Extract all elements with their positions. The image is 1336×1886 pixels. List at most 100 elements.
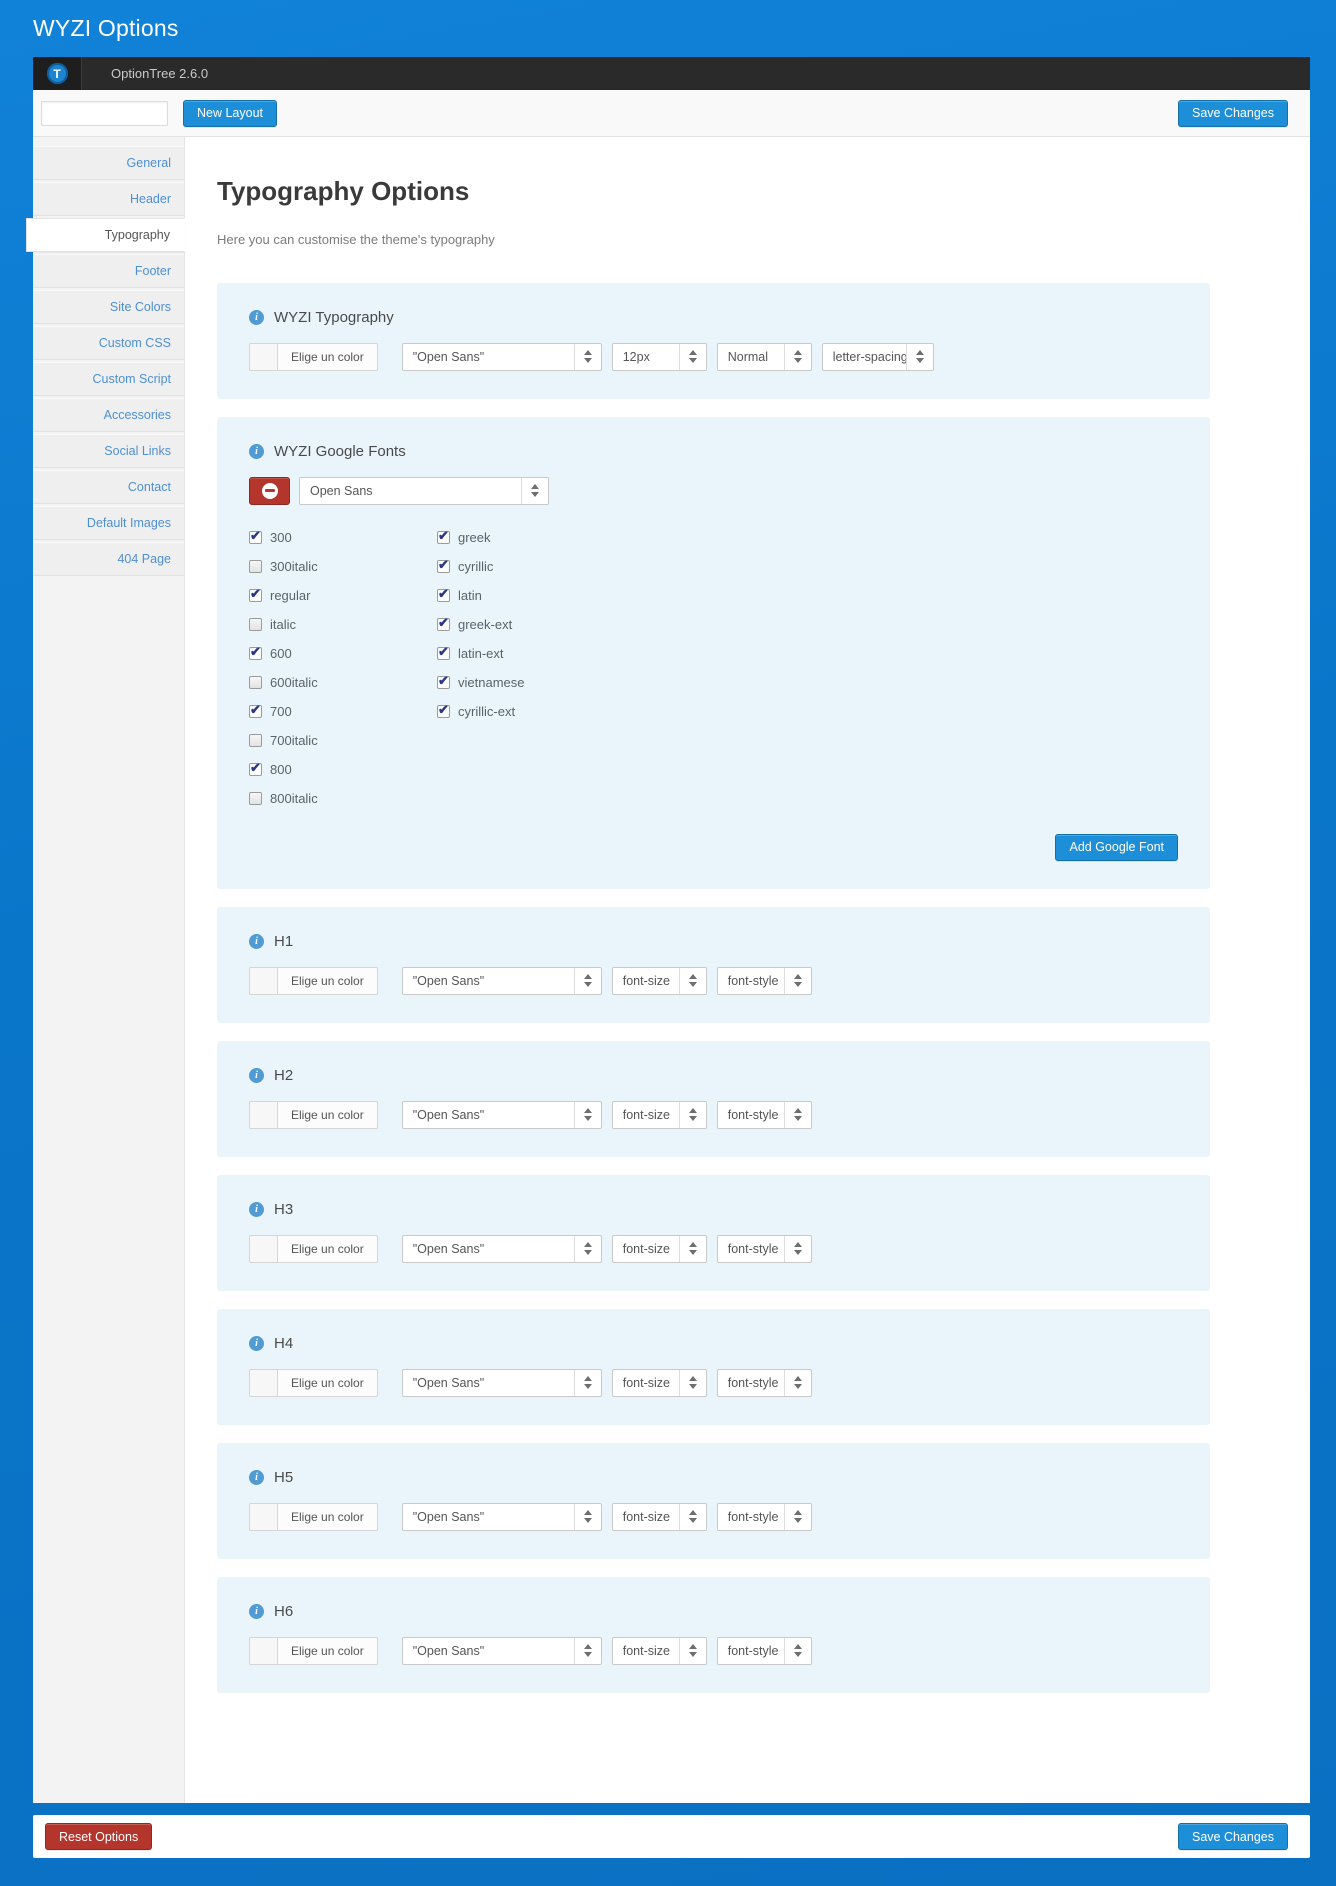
color-swatch[interactable] [249,1502,277,1531]
info-icon[interactable] [249,1067,264,1083]
info-icon[interactable] [249,1201,264,1217]
font-family-select[interactable]: "Open Sans" [401,1234,602,1263]
info-icon[interactable] [249,1335,264,1351]
select-arrows-icon [678,1503,706,1530]
choose-color-button[interactable]: Elige un color [277,342,378,371]
letter-spacing-select[interactable]: letter-spacing [821,342,934,371]
select-arrows-icon [678,1101,706,1128]
font-style-select[interactable]: font-style [716,1368,812,1397]
info-icon[interactable] [249,443,264,459]
sidebar-item-contact[interactable]: Contact [33,470,184,504]
font-family-select[interactable]: "Open Sans" [401,1502,602,1531]
font-option-latin[interactable]: latin [437,586,524,605]
google-font-select[interactable]: Open Sans [299,476,549,505]
font-option-800[interactable]: 800 [249,760,437,779]
checkbox-label: italic [270,617,297,633]
sidebar-item-footer[interactable]: Footer [33,254,184,288]
select-arrows-icon [783,343,811,370]
font-size-select[interactable]: font-size [611,1368,707,1397]
font-style-select[interactable]: font-style [716,1636,812,1665]
checkbox [437,615,450,632]
font-option-300italic[interactable]: 300italic [249,558,437,576]
choose-color-button[interactable]: Elige un color [277,1100,378,1129]
choose-color-button[interactable]: Elige un color [277,966,378,995]
select-arrows-icon [573,1637,601,1664]
font-option-cyrillic[interactable]: cyrillic [437,557,524,576]
save-changes-button-top[interactable]: Save Changes [1177,99,1288,127]
color-swatch[interactable] [249,1368,277,1397]
sidebar-item-accessories[interactable]: Accessories [33,398,184,432]
color-swatch[interactable] [249,1636,277,1665]
font-option-600italic[interactable]: 600italic [249,674,437,692]
sidebar-item-404-page[interactable]: 404 Page [33,542,184,576]
color-picker[interactable]: Elige un color [249,342,378,371]
font-option-600[interactable]: 600 [249,644,437,663]
font-style-select[interactable]: font-style [716,1234,812,1263]
info-icon[interactable] [249,309,264,325]
color-swatch[interactable] [249,966,277,995]
info-icon[interactable] [249,933,264,949]
color-swatch[interactable] [249,1100,277,1129]
color-swatch[interactable] [249,342,277,371]
font-size-select[interactable]: font-size [611,1234,707,1263]
font-size-select[interactable]: 12px [611,342,707,371]
choose-color-button[interactable]: Elige un color [277,1502,378,1531]
color-picker[interactable]: Elige un color [249,1368,378,1397]
font-option-regular[interactable]: regular [249,586,437,605]
select-arrows-icon [573,1101,601,1128]
font-option-vietnamese[interactable]: vietnamese [437,673,524,692]
font-size-select[interactable]: font-size [611,966,707,995]
font-size-select[interactable]: font-size [611,1502,707,1531]
font-option-greek[interactable]: greek [437,528,524,547]
font-option-greek-ext[interactable]: greek-ext [437,615,524,634]
font-option-cyrillic-ext[interactable]: cyrillic-ext [437,702,524,721]
remove-font-button[interactable] [249,476,290,505]
google-fonts-footer: Add Google Font [249,833,1178,861]
sidebar-item-social-links[interactable]: Social Links [33,434,184,468]
color-picker[interactable]: Elige un color [249,966,378,995]
font-style-select[interactable]: font-style [716,1100,812,1129]
save-changes-button-bottom[interactable]: Save Changes [1177,1823,1288,1850]
font-option-latin-ext[interactable]: latin-ext [437,644,524,663]
reset-options-button[interactable]: Reset Options [45,1823,153,1850]
font-style-select[interactable]: Normal [716,342,812,371]
sidebar-item-custom-css[interactable]: Custom CSS [33,326,184,360]
font-option-700[interactable]: 700 [249,702,437,721]
color-picker[interactable]: Elige un color [249,1502,378,1531]
new-layout-button[interactable]: New Layout [183,99,278,127]
font-family-select[interactable]: "Open Sans" [401,966,602,995]
search-input[interactable] [41,100,168,126]
info-icon[interactable] [249,1603,264,1619]
font-style-select[interactable]: font-style [716,966,812,995]
font-size-select[interactable]: font-size [611,1100,707,1129]
font-family-select[interactable]: "Open Sans" [401,1636,602,1665]
color-picker[interactable]: Elige un color [249,1636,378,1665]
font-option-italic[interactable]: italic [249,616,437,634]
choose-color-button[interactable]: Elige un color [277,1368,378,1397]
sidebar-item-custom-script[interactable]: Custom Script [33,362,184,396]
color-swatch[interactable] [249,1234,277,1263]
add-google-font-button[interactable]: Add Google Font [1055,833,1178,861]
checkbox [249,586,262,603]
font-family-select[interactable]: "Open Sans" [401,342,602,371]
font-option-300[interactable]: 300 [249,528,437,547]
info-icon[interactable] [249,1469,264,1485]
choose-color-button[interactable]: Elige un color [277,1234,378,1263]
choose-color-button[interactable]: Elige un color [277,1636,378,1665]
section-title: WYZI Google Fonts [274,442,406,460]
font-family-select[interactable]: "Open Sans" [401,1100,602,1129]
color-picker[interactable]: Elige un color [249,1234,378,1263]
color-picker[interactable]: Elige un color [249,1100,378,1129]
sidebar-item-general[interactable]: General [33,146,184,180]
font-family-select[interactable]: "Open Sans" [401,1368,602,1397]
font-size-select[interactable]: font-size [611,1636,707,1665]
font-style-select[interactable]: font-style [716,1502,812,1531]
sidebar-item-default-images[interactable]: Default Images [33,506,184,540]
sidebar-item-typography[interactable]: Typography [26,218,185,252]
options-panel: OptionTree 2.6.0 New Layout Save Changes… [26,57,1310,1803]
sidebar-item-header[interactable]: Header [33,182,184,216]
font-option-800italic[interactable]: 800italic [249,790,437,808]
sidebar-item-site-colors[interactable]: Site Colors [33,290,184,324]
brand-bar: OptionTree 2.6.0 [33,57,1310,90]
font-option-700italic[interactable]: 700italic [249,732,437,750]
